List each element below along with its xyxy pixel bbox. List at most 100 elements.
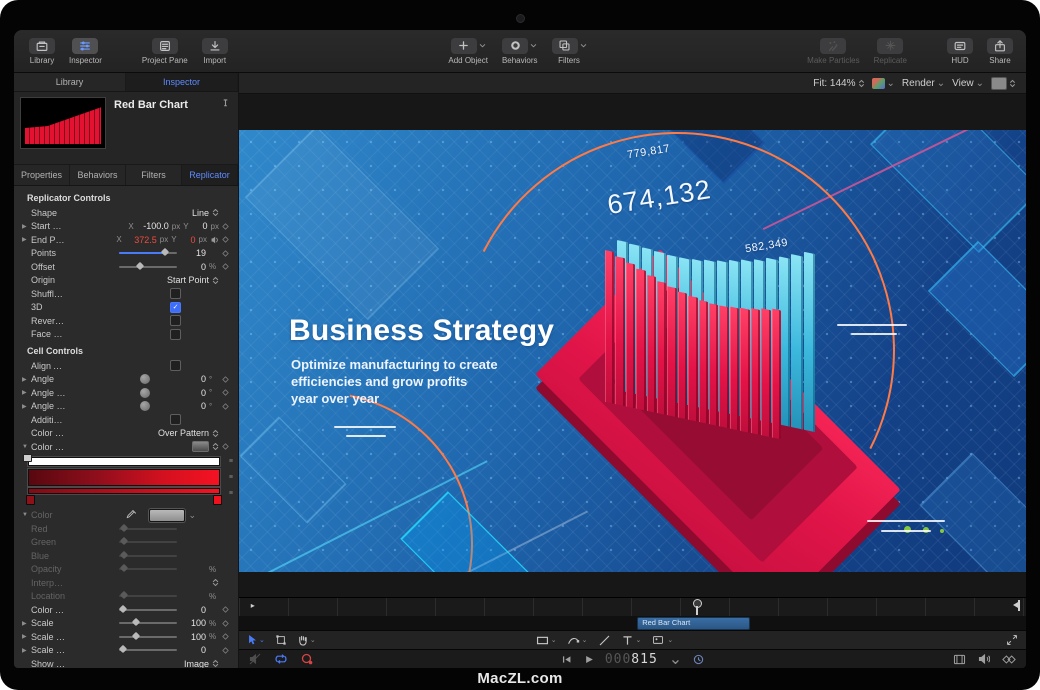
- timing-display-icon[interactable]: [693, 654, 704, 665]
- subtab-properties[interactable]: Properties: [14, 165, 70, 185]
- keyframe-icon[interactable]: [219, 376, 232, 383]
- disclosure-icon[interactable]: ▶: [22, 633, 31, 640]
- slider-thumb[interactable]: [132, 632, 140, 640]
- adjust-tool[interactable]: [275, 634, 287, 646]
- show-timeline-icon[interactable]: [953, 654, 966, 665]
- timeline-start-marker[interactable]: ▸: [251, 601, 255, 610]
- disclosure-icon[interactable]: ▼: [22, 512, 31, 518]
- disclosure-icon[interactable]: ▶: [22, 236, 31, 243]
- gradient-stop-right[interactable]: [213, 495, 222, 505]
- show-keyframes-icon[interactable]: [1002, 655, 1016, 664]
- tab-library[interactable]: Library: [14, 73, 126, 91]
- slider-thumb[interactable]: [119, 524, 127, 532]
- disclosure-icon[interactable]: ▶: [22, 376, 31, 383]
- color-swatch[interactable]: [149, 509, 185, 522]
- disclosure-icon[interactable]: ▶: [22, 223, 31, 230]
- channels-popup[interactable]: ⌄: [872, 78, 895, 89]
- align-angle-checkbox[interactable]: [170, 360, 181, 371]
- keyframe-icon[interactable]: [219, 647, 232, 654]
- gradient-preview-bar[interactable]: [28, 488, 220, 494]
- gradient-stop-left[interactable]: [26, 495, 35, 505]
- expand-timeline-icon[interactable]: [1006, 634, 1018, 646]
- opacity-slider[interactable]: [119, 568, 177, 570]
- line-tool[interactable]: [598, 634, 611, 647]
- end-point-value-field[interactable]: 0: [180, 235, 196, 245]
- gradient-tag-icon[interactable]: ≡: [229, 458, 233, 465]
- reverse-stacking-checkbox[interactable]: [170, 315, 181, 326]
- disclosure-icon[interactable]: ▼: [22, 444, 31, 450]
- gradient-editor[interactable]: ≡≡≡: [14, 454, 238, 509]
- rectangle-tool[interactable]: ⌄: [536, 636, 557, 645]
- red-slider[interactable]: [119, 528, 177, 530]
- additive-blend-checkbox[interactable]: [170, 414, 181, 425]
- shuffle-order-checkbox[interactable]: [170, 288, 181, 299]
- keyframe-icon[interactable]: [219, 389, 232, 396]
- shape-popup[interactable]: Line: [192, 208, 219, 218]
- eyedropper-icon[interactable]: [125, 509, 137, 521]
- points-slider[interactable]: [119, 252, 177, 254]
- slider-thumb[interactable]: [132, 618, 140, 626]
- keyframe-icon[interactable]: [219, 236, 232, 243]
- filters-button[interactable]: Filters: [545, 30, 594, 72]
- slider-thumb[interactable]: [161, 248, 169, 256]
- keyframe-icon[interactable]: [219, 223, 232, 230]
- offset-slider[interactable]: [119, 266, 177, 268]
- slider-thumb[interactable]: [119, 605, 127, 613]
- go-to-start-button[interactable]: [561, 654, 572, 665]
- start-point-value-field[interactable]: -100.0: [137, 221, 169, 231]
- pan-tool[interactable]: ⌄: [297, 634, 316, 646]
- zoom-popup[interactable]: Fit: 144%: [813, 78, 864, 89]
- slider-thumb[interactable]: [119, 591, 127, 599]
- angle-end-dial[interactable]: [140, 388, 150, 398]
- library-button[interactable]: Library: [22, 30, 62, 72]
- origin-popup[interactable]: Start Point: [167, 275, 219, 285]
- keyframe-icon[interactable]: [219, 250, 232, 257]
- subtab-replicator[interactable]: Replicator: [182, 165, 238, 185]
- image-mask-tool[interactable]: ⌄: [651, 634, 673, 646]
- hud-button[interactable]: HUD: [940, 30, 980, 72]
- keyframe-icon[interactable]: [219, 633, 232, 640]
- project-pane-button[interactable]: Project Pane: [135, 30, 195, 72]
- bezier-tool[interactable]: ⌄: [567, 634, 588, 647]
- green-slider[interactable]: [119, 541, 177, 543]
- subtab-behaviors[interactable]: Behaviors: [70, 165, 126, 185]
- blue-slider[interactable]: [119, 555, 177, 557]
- timecode-field[interactable]: 000815: [605, 652, 658, 667]
- end-point-value-field[interactable]: 372.5: [125, 235, 157, 245]
- view-popup[interactable]: View⌄: [952, 78, 984, 89]
- disclosure-icon[interactable]: ▶: [22, 389, 31, 396]
- keyframe-icon[interactable]: [219, 263, 232, 270]
- audio-link-icon[interactable]: [210, 235, 219, 245]
- canvas[interactable]: 779,817 674,132 582,349 Business Strateg…: [239, 94, 1026, 597]
- gradient-tag-icon[interactable]: ≡: [229, 474, 233, 481]
- color-mode-popup[interactable]: Over Pattern: [158, 428, 219, 438]
- render-popup[interactable]: Render⌄: [902, 78, 945, 89]
- slider-thumb[interactable]: [119, 537, 127, 545]
- keyframe-icon[interactable]: [219, 443, 232, 450]
- share-button[interactable]: Share: [980, 30, 1020, 72]
- angle-dial[interactable]: [140, 374, 150, 384]
- gradient-opacity-bar[interactable]: [28, 457, 220, 466]
- play-button[interactable]: [583, 654, 594, 665]
- timeline-end-marker[interactable]: [1012, 600, 1020, 611]
- text-tool[interactable]: ⌄: [621, 634, 642, 647]
- select-tool[interactable]: ⌄: [247, 634, 265, 646]
- slider-thumb[interactable]: [119, 564, 127, 572]
- chevron-down-icon[interactable]: ⌄: [188, 510, 196, 521]
- 3d-checkbox[interactable]: ✓: [170, 302, 181, 313]
- disclosure-icon[interactable]: ▶: [22, 403, 31, 410]
- gradient-color-bar[interactable]: [28, 469, 220, 486]
- inspector-button[interactable]: Inspector: [62, 30, 109, 72]
- timeline-clip[interactable]: Red Bar Chart: [637, 617, 750, 630]
- start-point-value-field[interactable]: 0: [192, 221, 208, 231]
- keyframe-icon[interactable]: [219, 620, 232, 627]
- keyframe-icon[interactable]: [219, 403, 232, 410]
- pin-icon[interactable]: [221, 98, 230, 109]
- scale-end-slider[interactable]: [119, 636, 177, 638]
- disclosure-icon[interactable]: ▶: [22, 647, 31, 654]
- keyframe-icon[interactable]: [219, 606, 232, 613]
- face-camera-checkbox[interactable]: [170, 329, 181, 340]
- timecode-menu-chevron[interactable]: ⌄: [669, 649, 682, 668]
- slider-thumb[interactable]: [119, 551, 127, 559]
- disclosure-icon[interactable]: ▶: [22, 620, 31, 627]
